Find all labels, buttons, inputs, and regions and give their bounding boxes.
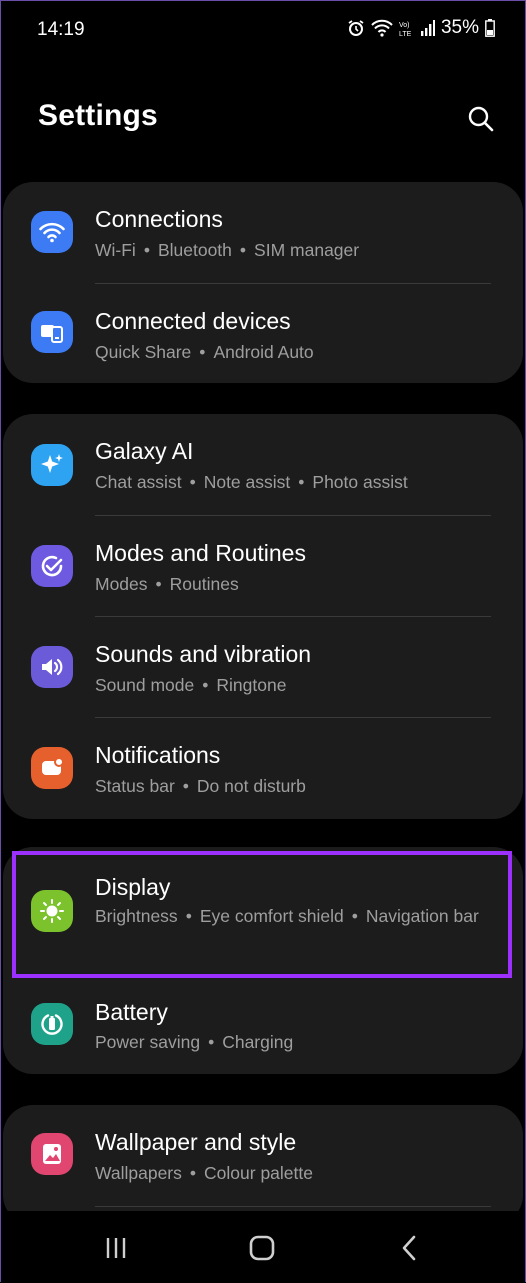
settings-item-subtitle: Modes • Routines — [95, 574, 239, 594]
back-button[interactable] — [389, 1231, 429, 1265]
sparkle-icon — [31, 444, 73, 486]
home-button[interactable] — [242, 1231, 282, 1265]
battery-icon — [485, 19, 495, 37]
status-bar: 14:19 Vo) LTE 35% — [1, 1, 525, 61]
settings-item-subtitle: Power saving • Charging — [95, 1032, 294, 1052]
search-button[interactable] — [461, 99, 501, 139]
settings-item-subtitle: Sound mode • Ringtone — [95, 675, 287, 695]
search-icon — [468, 106, 494, 132]
settings-item-subtitle: Brightness • Eye comfort shield • Navigation… — [95, 906, 479, 926]
divider — [95, 1206, 491, 1207]
status-time: 14:19 — [37, 19, 85, 40]
settings-item-label: Connections — [95, 206, 223, 232]
sun-icon — [31, 890, 73, 932]
settings-item-battery[interactable]: Battery Power saving • Charging — [3, 978, 523, 1074]
notification-icon — [31, 747, 73, 789]
svg-text:Vo): Vo) — [399, 22, 410, 29]
battery-circle-icon — [31, 1003, 73, 1045]
check-circle-icon — [31, 545, 73, 587]
settings-item-label: Connected devices — [95, 308, 291, 334]
settings-item-notifications[interactable]: Notifications Status bar • Do not disturb — [3, 718, 523, 819]
settings-item-label: Notifications — [95, 742, 221, 768]
settings-item-label: Wallpaper and style — [95, 1129, 297, 1155]
wallpaper-icon — [31, 1133, 73, 1175]
settings-item-display[interactable]: Display Brightness • Eye comfort shield • Na… — [3, 847, 523, 976]
settings-item-subtitle: Quick Share • Android Auto — [95, 342, 314, 362]
recents-button[interactable] — [96, 1231, 136, 1265]
settings-item-subtitle: Chat assist • Note assist • Photo assist — [95, 472, 408, 492]
settings-item-subtitle: Wi-Fi • Bluetooth • SIM manager — [95, 240, 360, 260]
settings-item-galaxy-ai[interactable]: Galaxy AI Chat assist • Note assist • Photo … — [3, 414, 523, 515]
wifi-icon — [31, 211, 73, 253]
alarm-icon — [348, 20, 364, 36]
home-icon — [249, 1235, 275, 1261]
settings-item-connected-devices[interactable]: Connected devices Quick Share • Android Au… — [3, 284, 523, 383]
devices-icon — [31, 311, 73, 353]
settings-group-wallpaper: Wallpaper and style Wallpapers • Colour pa… — [3, 1105, 523, 1225]
settings-group-display: Display Brightness • Eye comfort shield • Na… — [3, 847, 523, 1074]
back-icon — [402, 1235, 416, 1261]
settings-item-subtitle: Wallpapers • Colour palette — [95, 1163, 313, 1183]
settings-item-modes-routines[interactable]: Modes and Routines Modes • Routines — [3, 516, 523, 616]
settings-item-label: Modes and Routines — [95, 540, 306, 566]
page-title: Settings — [38, 99, 158, 132]
settings-group-connections: Connections Wi-Fi • Bluetooth • SIM manager … — [3, 182, 523, 383]
settings-group-features: Galaxy AI Chat assist • Note assist • Photo … — [3, 414, 523, 819]
wifi-icon — [371, 19, 393, 37]
status-icons: Vo) LTE 35% — [347, 17, 495, 39]
settings-item-label: Galaxy AI — [95, 438, 194, 464]
settings-item-label: Sounds and vibration — [95, 641, 312, 667]
battery-percent: 35% — [440, 17, 479, 38]
signal-icon — [420, 20, 435, 36]
speaker-icon — [31, 646, 73, 688]
settings-item-sounds-vibration[interactable]: Sounds and vibration Sound mode • Ringtone — [3, 617, 523, 717]
volte-icon: Vo) LTE — [399, 22, 412, 37]
navigation-bar — [1, 1211, 525, 1283]
settings-item-label: Battery — [95, 999, 168, 1025]
svg-text:LTE: LTE — [399, 31, 412, 37]
settings-item-connections[interactable]: Connections Wi-Fi • Bluetooth • SIM manager — [3, 182, 523, 283]
settings-item-wallpaper-style[interactable]: Wallpaper and style Wallpapers • Colour pa… — [3, 1105, 523, 1206]
settings-item-label: Display — [95, 874, 171, 900]
recents-icon — [106, 1238, 126, 1258]
settings-item-subtitle: Status bar • Do not disturb — [95, 776, 306, 796]
